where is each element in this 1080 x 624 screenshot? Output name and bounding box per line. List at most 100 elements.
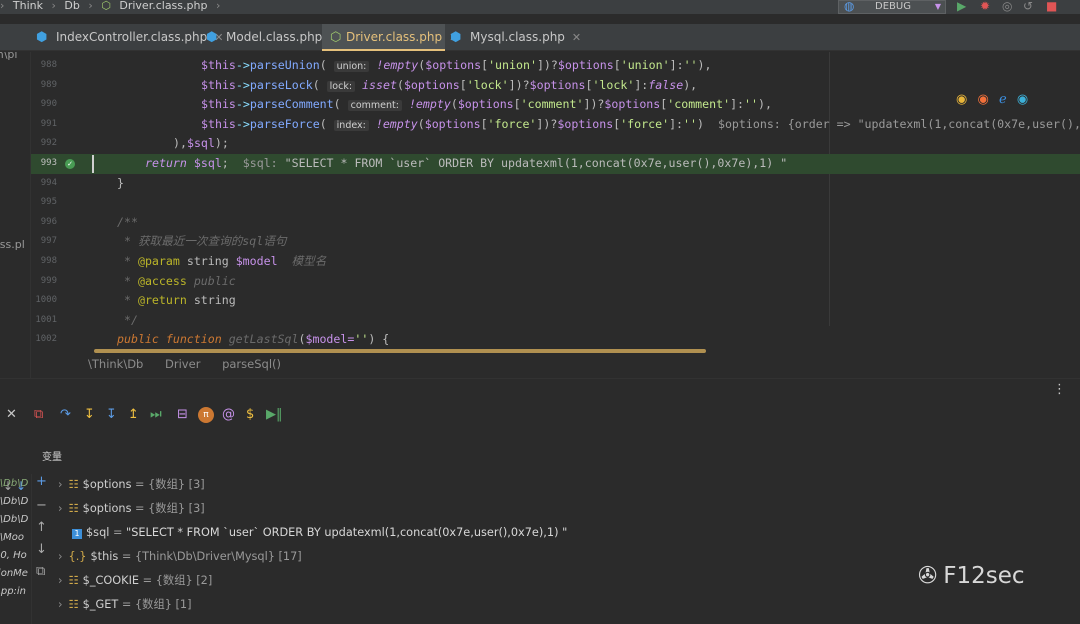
firefox-icon[interactable]: ◉ [977,92,988,107]
code-line[interactable]: 998 * @param string $model 模型名 [31,252,1080,272]
debug-bug-icon[interactable]: ✹ [980,0,990,13]
code-line[interactable]: 991 $this->parseForce( index: !empty($opt… [31,115,1080,135]
code-token: ( [396,77,404,92]
line-number[interactable]: 998 [31,252,57,272]
step-into-icon[interactable]: ↧ [84,407,95,422]
force-step-into-icon[interactable]: ↧ [106,407,117,422]
breadcrumb-item[interactable]: Db [64,0,79,12]
dollar-icon[interactable]: $ [246,407,254,422]
line-number[interactable]: 991 [31,115,57,135]
line-number[interactable]: 990 [31,95,57,115]
at-icon[interactable]: @ [222,407,235,422]
step-out-icon[interactable]: ↥ [128,407,139,422]
code-line[interactable]: 994} [31,174,1080,194]
arrow-down-icon[interactable]: ↓ [16,479,26,493]
project-item[interactable]: lass.pl [0,238,25,251]
code-line[interactable]: 999 * @access public [31,272,1080,292]
line-number[interactable]: 999 [31,272,57,292]
expand-arrow-icon[interactable]: › [58,502,63,515]
frame-item[interactable]: tionMe [0,568,28,579]
expand-arrow-icon[interactable]: › [58,550,63,563]
line-number[interactable]: 993 [31,154,57,174]
breadcrumb-item[interactable]: parseSql() [222,357,281,371]
remove-watch-icon[interactable]: − [36,498,47,513]
coverage-icon[interactable]: ◎ [1002,0,1012,13]
code-line[interactable]: 1002 public function getLastSql($model=''… [31,330,1080,350]
resume-icon[interactable]: ▶‖ [266,407,283,422]
stop-frame-icon[interactable]: ⧉ [34,407,43,422]
copy-icon[interactable]: ⧉ [36,564,45,579]
frame-item[interactable]: k\Moo [0,532,24,543]
stop-icon[interactable]: ■ [1046,0,1057,13]
code-line[interactable]: 996 /** [31,213,1080,233]
ie-icon[interactable]: ℯ [999,92,1007,107]
variable-row[interactable]: › ☷ $options = {数组} [3] [58,498,205,520]
line-number[interactable]: 989 [31,76,57,96]
expand-arrow-icon[interactable]: › [58,574,63,587]
tab-model[interactable]: ⬢Model.class.php✕ [190,24,339,51]
code-line[interactable]: 997 * 获取最近一次查询的sql语句 [31,232,1080,252]
line-number[interactable]: 992 [31,134,57,154]
move-up-icon[interactable]: ↑ [36,520,47,535]
line-number[interactable]: 997 [31,232,57,252]
variable-row[interactable]: 1 $sql = "SELECT * FROM `user` ORDER BY u… [58,522,567,544]
equals-sign: = [118,598,135,611]
breadcrumb-item[interactable]: Driver.class.php [119,0,207,12]
attach-icon[interactable]: ↺ [1023,0,1033,13]
project-item[interactable]: on\pl [0,52,17,61]
variable-row[interactable]: › ☷ $_GET = {数组} [1] [58,594,192,616]
frame-item[interactable]: App:in [0,586,26,597]
expand-arrow-icon[interactable]: › [58,598,63,611]
tab-driver[interactable]: ⬡ Driver.class.php ✕ [322,24,458,51]
step-over-icon[interactable]: ↷ [60,407,71,422]
code-line[interactable]: 988 $this->parseUnion( union: !empty($opt… [31,56,1080,76]
code-line[interactable]: 995 [31,193,1080,213]
breadcrumb-item[interactable]: \Think\Db [88,357,143,371]
code-text: * @access public [124,272,236,292]
horizontal-scrollbar[interactable] [94,349,706,353]
frame-item[interactable]: k\Db\D [0,514,28,525]
arrow-down-icon[interactable]: ↓ [3,479,13,493]
code-line[interactable]: 1001 */ [31,311,1080,331]
line-number[interactable]: 1000 [31,291,57,311]
expand-arrow-icon[interactable]: › [58,478,63,491]
line-number[interactable]: 1002 [31,330,57,350]
frame-item[interactable]: k\Db\D [0,496,28,507]
code-token: -> [235,77,250,92]
code-line[interactable]: 993 ✓ return $sql; $sql: "SELECT * FROM `u… [31,154,1080,174]
close-icon[interactable]: ✕ [572,31,581,44]
line-number[interactable]: 995 [31,193,57,213]
run-icon[interactable]: ▶ [957,0,966,13]
code-line[interactable]: 992),$sql); [31,134,1080,154]
code-line[interactable]: 990 $this->parseComment( comment: !empty(… [31,95,1080,115]
parameter-hint: lock: [326,80,356,92]
frame-item[interactable]: 20, Ho [0,550,27,561]
line-number[interactable]: 1001 [31,311,57,331]
breadcrumb-item[interactable]: Think [13,0,43,12]
more-options-icon[interactable]: ⋮ [1053,382,1066,397]
add-watch-icon[interactable]: + [36,474,47,489]
run-configuration-select[interactable]: ◍ DEBUG ▼ [838,0,946,14]
line-number[interactable]: 988 [31,56,57,76]
variable-row[interactable]: › ☷ $options = {数组} [3] [58,474,205,496]
line-number[interactable]: 996 [31,213,57,233]
run-to-cursor-icon[interactable]: ⏭ [150,407,162,422]
close-icon[interactable]: ✕ [6,407,17,422]
variable-name: $_COOKIE [82,574,140,587]
tab-mysql[interactable]: ⬢ Mysql.class.php ✕ [434,24,581,51]
breakpoint-check-icon[interactable]: ✓ [65,159,75,169]
breakpoint-settings-icon[interactable]: π [198,407,214,423]
move-down-icon[interactable]: ↓ [36,542,47,557]
code-token: $this [201,77,236,92]
evaluate-icon[interactable]: ⊟ [177,407,188,422]
parameter-hint: index: [333,119,369,131]
chrome-icon[interactable]: ◉ [956,92,967,107]
breadcrumb-item[interactable]: Driver [165,357,200,371]
code-editor[interactable]: 988 $this->parseUnion( union: !empty($opt… [31,52,1080,378]
code-line[interactable]: 989 $this->parseLock( lock: isset($option… [31,76,1080,96]
code-line[interactable]: 1000 * @return string [31,291,1080,311]
line-number[interactable]: 994 [31,174,57,194]
variable-row[interactable]: › {.} $this = {Think\Db\Driver\Mysql} [17] [58,546,302,568]
edge-icon[interactable]: ◉ [1017,92,1028,107]
variable-row[interactable]: › ☷ $_COOKIE = {数组} [2] [58,570,212,592]
